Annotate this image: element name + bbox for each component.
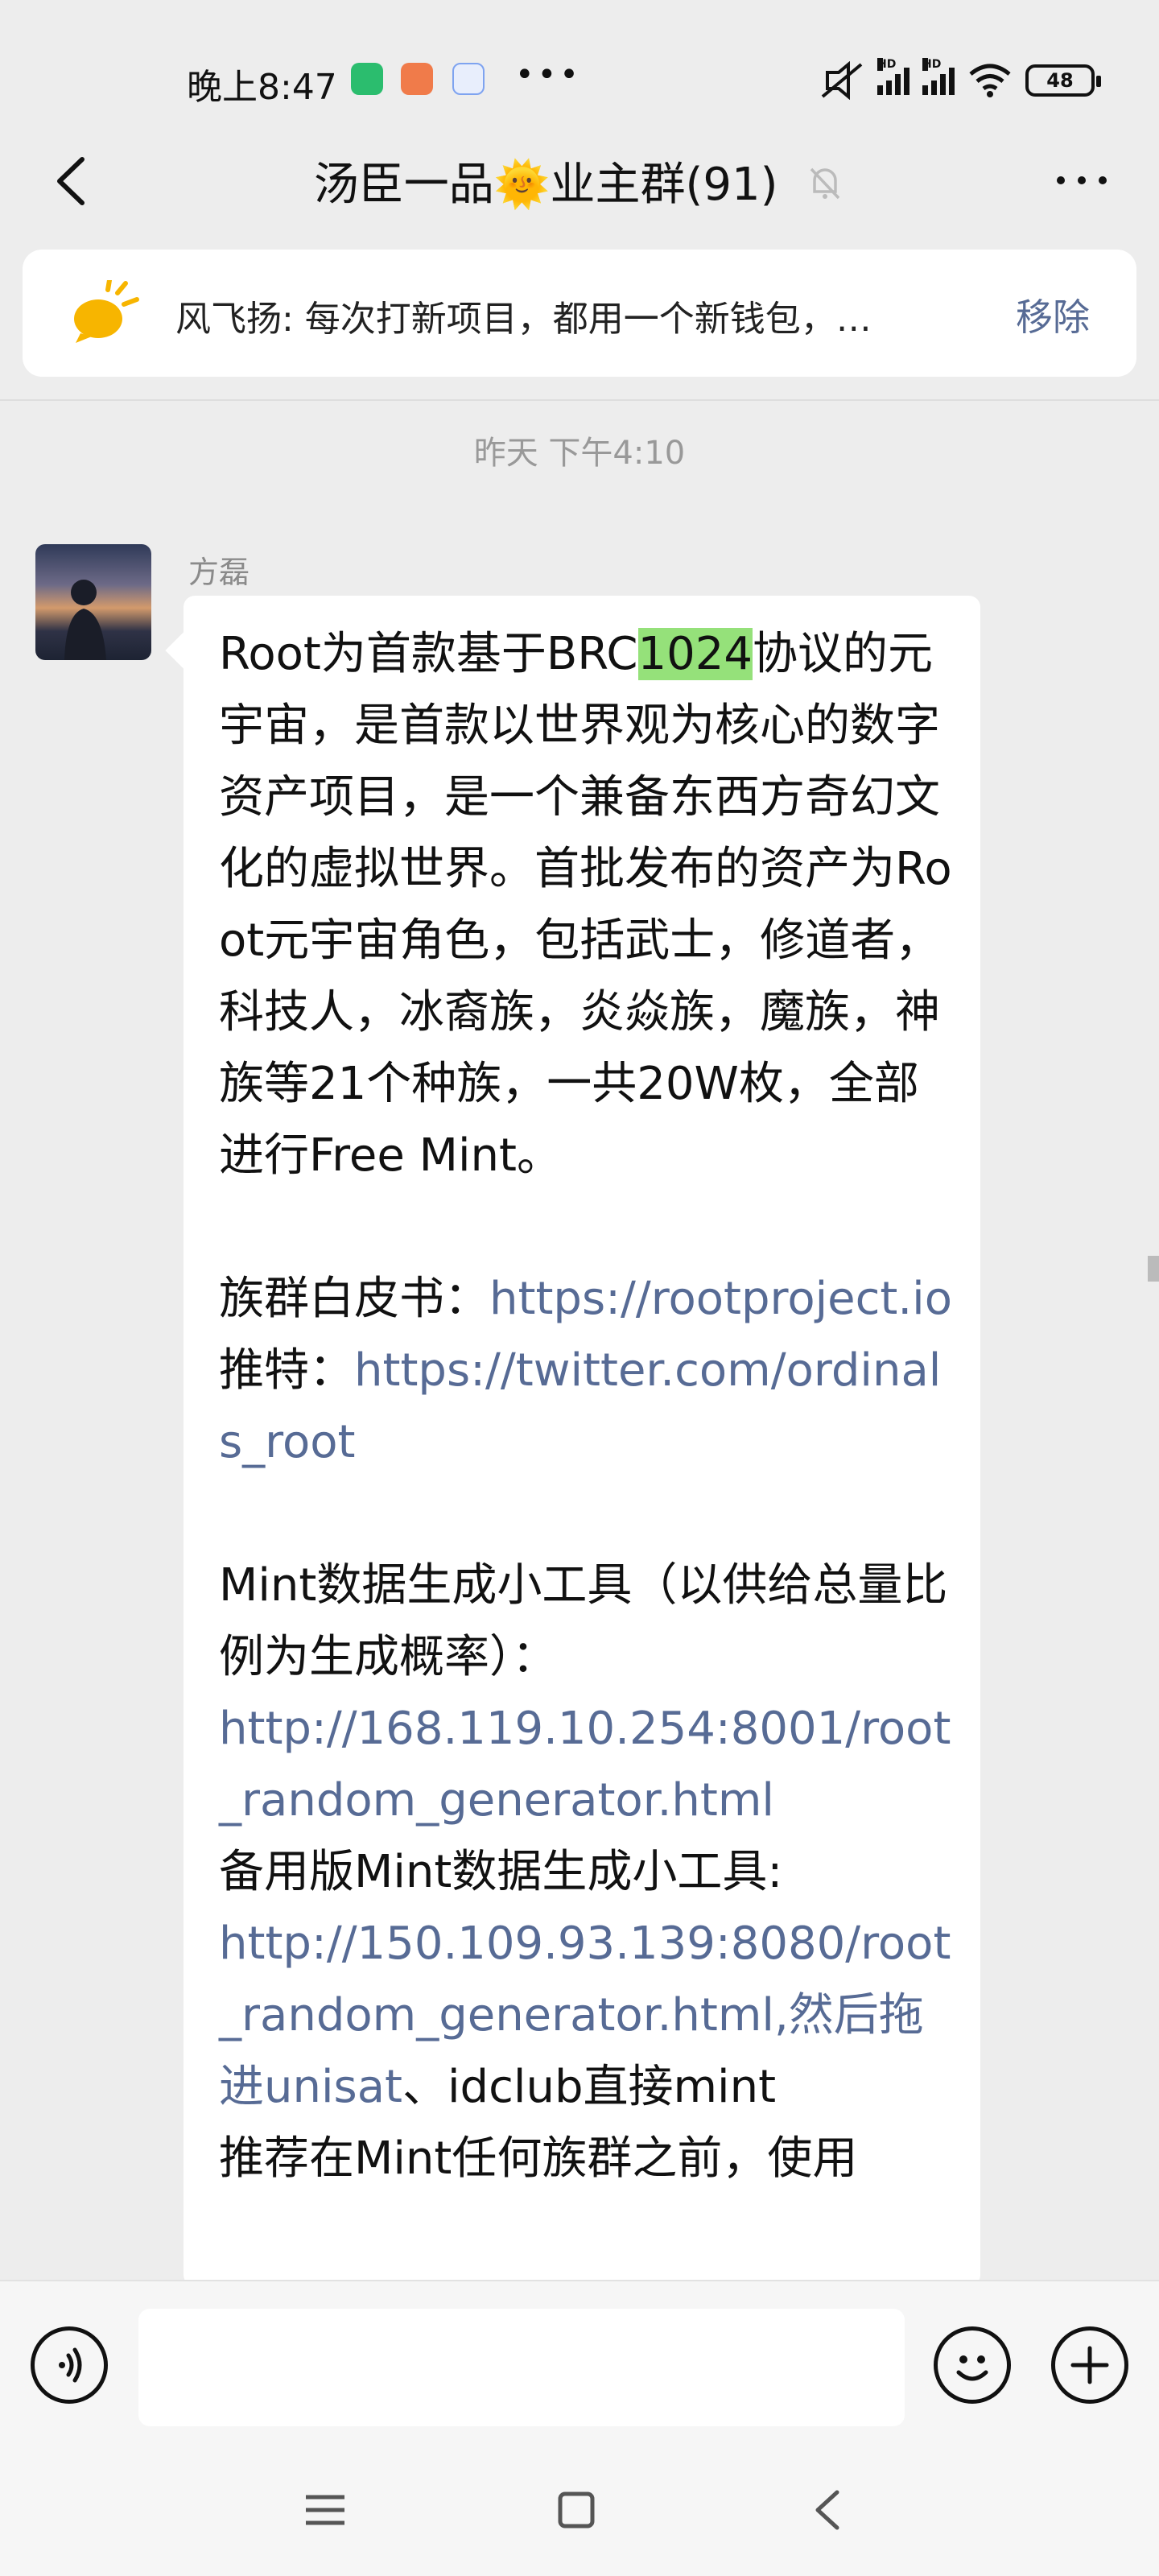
message-timestamp: 昨天 下午4:10 <box>473 435 686 472</box>
chat-title: 汤臣一品🌞业主群(91) <box>313 159 778 211</box>
wifi-icon <box>969 64 1011 97</box>
shield-app-icon <box>351 63 383 95</box>
plus-button[interactable] <box>1051 2326 1128 2404</box>
status-bar: 晚上8:47 ••• HD HD 48 <box>0 0 1159 153</box>
more-dots-icon[interactable] <box>1050 156 1114 204</box>
sender-name: 方磊 <box>188 555 250 590</box>
system-nav-bar <box>0 2449 1159 2576</box>
pinned-remove-button[interactable]: 移除 <box>1016 288 1090 341</box>
battery-level: 48 <box>1046 69 1074 92</box>
avatar-silhouette-icon <box>64 580 106 660</box>
message-bubble[interactable]: Root为首款基于BRC1024协议的元宇宙，是首款以世界观为核心的数字资产项目… <box>184 596 980 2286</box>
bell-off-icon <box>810 167 840 200</box>
link-generator[interactable]: http://168.119.10.254:8001/root_random_g… <box>219 1703 951 1827</box>
voice-icon <box>59 2347 82 2383</box>
status-more-dots: ••• <box>515 56 582 93</box>
battery-icon: 48 <box>1025 64 1101 97</box>
message-text-part: Root为首款基于BRC <box>219 628 638 680</box>
voice-button[interactable] <box>31 2326 108 2404</box>
message-input[interactable] <box>138 2309 905 2426</box>
avatar[interactable] <box>35 544 151 660</box>
emoji-button[interactable] <box>934 2326 1011 2404</box>
message-text-part: 协议的元宇宙，是首款以世界观为核心的数字资产项目，是一个兼备东西方奇幻文化的虚拟… <box>219 628 952 1325</box>
nav-app-icon <box>452 63 485 95</box>
menu-icon[interactable] <box>293 2478 357 2542</box>
input-bar <box>0 2280 1159 2449</box>
scroll-indicator[interactable] <box>1148 1256 1159 1282</box>
status-time: 晚上8:47 <box>187 67 337 108</box>
chat-header: 汤臣一品🌞业主群(91) <box>0 137 1159 225</box>
pinned-message[interactable]: 风飞扬: 每次打新项目，都用一个新钱包，… 移除 <box>23 250 1136 377</box>
mute-status-icon <box>821 61 863 100</box>
message-text-part: 备用版Mint数据生成小工具: <box>219 1846 783 1898</box>
chat-title-wrap: 汤臣一品🌞业主群(91) <box>0 148 1159 213</box>
search-highlight: 1024 <box>637 628 753 680</box>
message-text-part: 推特： <box>219 1344 354 1397</box>
home-icon[interactable] <box>544 2478 608 2542</box>
emoji-icon <box>956 2355 988 2381</box>
plus-icon <box>1070 2346 1109 2384</box>
store-app-icon <box>401 63 433 95</box>
signal-icon-1: HD <box>877 58 909 95</box>
status-indicators: HD HD 48 <box>819 56 1101 105</box>
pinned-text: 风飞扬: 每次打新项目，都用一个新钱包，… <box>175 299 872 340</box>
megaphone-icon <box>74 280 139 343</box>
message-text: Root为首款基于BRC1024协议的元宇宙，是首款以世界观为核心的数字资产项目… <box>219 618 959 2194</box>
back-nav-icon[interactable] <box>797 2478 861 2542</box>
link-whitepaper[interactable]: https://rootproject.io <box>489 1273 952 1325</box>
signal-icon-2: HD <box>922 58 955 95</box>
message-text-part: Mint数据生成小工具（以供给总量比例为生成概率）： <box>219 1559 948 1683</box>
divider <box>0 399 1159 401</box>
